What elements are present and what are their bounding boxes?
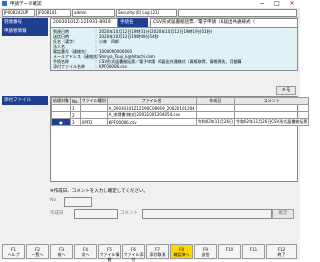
column-header: コメント bbox=[233, 97, 310, 105]
close-button[interactable]: ✕ bbox=[286, 0, 298, 8]
minimize-button[interactable]: − bbox=[256, 0, 268, 8]
date-label: 作成日 bbox=[50, 211, 64, 216]
application-window: 申請データ確認 − □ ✕ JP008242UP JP208141 admin … bbox=[0, 0, 310, 262]
status-user: admin bbox=[72, 9, 115, 17]
target-checkbox[interactable]: ● bbox=[51, 118, 71, 126]
status-office-code: JP208141 bbox=[36, 9, 71, 17]
target-checkbox[interactable] bbox=[51, 104, 71, 112]
comment-field[interactable] bbox=[142, 209, 272, 219]
status-security-log: Security:(0) Log:(21) bbox=[116, 9, 177, 17]
f7-remove-attachment-button[interactable]: F7 添付取消 bbox=[146, 244, 169, 259]
table-row[interactable]: 2 A_申請書(様式)20031001204054.csv bbox=[51, 111, 310, 119]
date-field[interactable] bbox=[74, 209, 118, 219]
f6-attach-file-button[interactable]: F6 ファイル添付 bbox=[122, 244, 145, 262]
maximize-button[interactable]: □ bbox=[271, 0, 283, 8]
receipt-number-label: 到達番号 bbox=[2, 18, 48, 27]
info-row: 添付ファイル名称 ：KPF00006.csv bbox=[53, 64, 127, 69]
applicant-info-panel: 到達日時 ：2020年10月12日19時31分(2020年10月12日19時19分… bbox=[50, 27, 298, 71]
no-field[interactable] bbox=[64, 197, 92, 207]
f10-button[interactable]: F10 bbox=[218, 244, 241, 259]
column-header: ファイル名 bbox=[106, 97, 197, 105]
no-label: No. bbox=[50, 198, 58, 203]
table-row[interactable]: ● 3 XPFD KPF00006.csv 令和02年11月26日 令和02年1… bbox=[51, 118, 310, 126]
f9-send-button[interactable]: F9 送信 bbox=[194, 244, 217, 259]
f11-button[interactable]: F11 bbox=[242, 244, 265, 259]
table-header-row: 処理対象 No. ファイル種別 ファイル名 作成日 コメント bbox=[51, 97, 310, 105]
app-icon bbox=[2, 1, 7, 6]
column-header: 処理対象 bbox=[51, 97, 71, 105]
instruction-note: ※作成日、コメントを入力し確定してください。 bbox=[50, 189, 148, 194]
column-header: ファイル種別 bbox=[79, 97, 108, 105]
attachment-list-area: 処理対象 No. ファイル種別 ファイル名 作成日 コメント 1 A_20030… bbox=[50, 96, 310, 182]
attachment-table: 処理対象 No. ファイル種別 ファイル名 作成日 コメント 1 A_20030… bbox=[51, 97, 310, 126]
status-bar: JP008242UP JP208141 admin Security:(0) L… bbox=[0, 8, 300, 18]
f4-next-button[interactable]: F4 次へ bbox=[74, 244, 97, 259]
status-message bbox=[178, 9, 297, 17]
comment-label: コメント bbox=[120, 211, 138, 216]
status-screen-id: JP008242UP bbox=[2, 9, 35, 17]
column-header: 作成日 bbox=[195, 97, 236, 105]
attachment-section-label: 添付ファイル bbox=[2, 96, 48, 105]
procedure-name-label: 手続名 bbox=[118, 18, 148, 27]
f1-help-button[interactable]: F1 ヘルプ bbox=[2, 244, 25, 259]
confirm-button[interactable]: 確定 bbox=[272, 209, 294, 219]
f8-mark-confirmed-button[interactable]: F8 確認済へ bbox=[170, 244, 193, 259]
f2-list-button[interactable]: F2 一覧へ bbox=[26, 244, 49, 259]
function-key-bar: F1 ヘルプ F2 一覧へ F3 前へ F4 次へ F5 ファイル情報 F6 ファイル添付 … bbox=[0, 244, 300, 262]
memo-button[interactable]: メモ bbox=[276, 86, 296, 95]
table-row[interactable]: 1 A_20030101Z12190C08919_20020101204 bbox=[51, 104, 310, 112]
f5-file-info-button[interactable]: F5 ファイル情報 bbox=[98, 244, 121, 262]
f3-prev-button[interactable]: F3 前へ bbox=[50, 244, 73, 259]
window-title: 申請データ確認 bbox=[10, 2, 42, 7]
applicant-info-label: 申請者情報 bbox=[2, 27, 48, 36]
f12-exit-button[interactable]: F12 終了 bbox=[266, 244, 297, 259]
target-checkbox[interactable] bbox=[51, 111, 71, 119]
column-header: No. bbox=[70, 97, 81, 105]
title-bar: 申請データ確認 − □ ✕ bbox=[0, 0, 300, 8]
